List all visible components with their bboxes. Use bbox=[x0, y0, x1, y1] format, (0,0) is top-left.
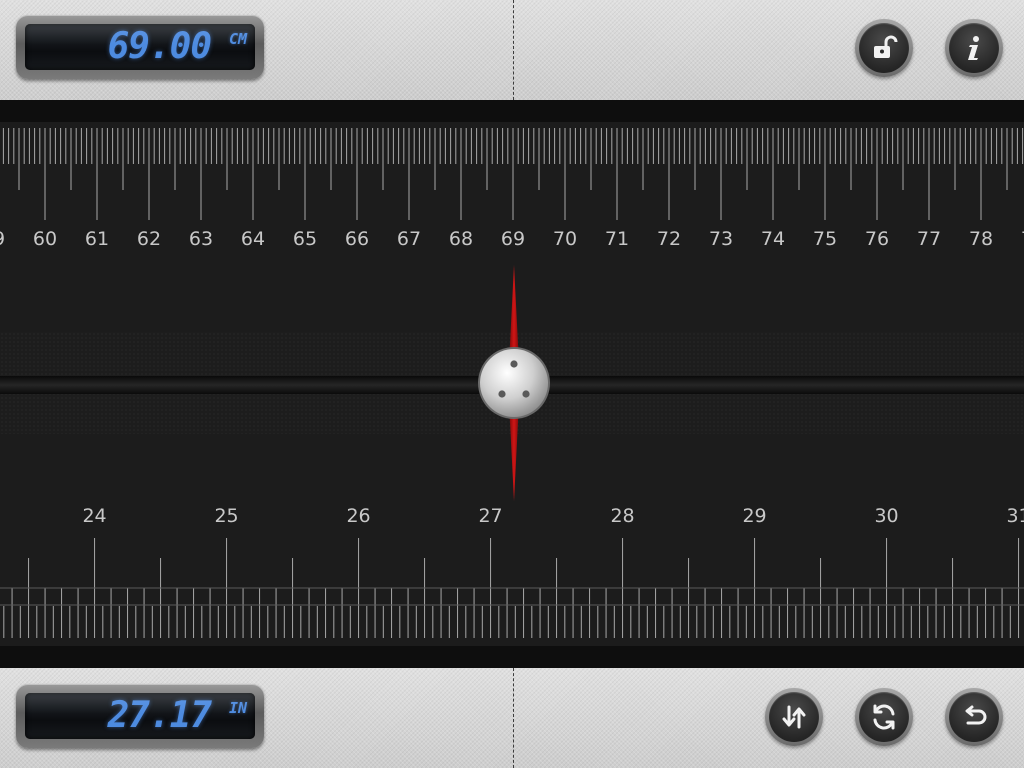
inch-tick-label: 27 bbox=[478, 505, 502, 527]
lock-button[interactable] bbox=[855, 19, 913, 77]
cm-tick-label: 63 bbox=[189, 228, 213, 250]
knob bbox=[480, 349, 548, 417]
cm-tick-label: 70 bbox=[553, 228, 577, 250]
cm-tick-label: 64 bbox=[241, 228, 265, 250]
back-button[interactable] bbox=[945, 688, 1003, 746]
cm-tick-label: 65 bbox=[293, 228, 317, 250]
cm-tick-label: 75 bbox=[813, 228, 837, 250]
cm-tick-label: 71 bbox=[605, 228, 629, 250]
measure-cursor[interactable] bbox=[478, 265, 550, 501]
swap-arrows-icon bbox=[782, 705, 806, 729]
cm-tick-group bbox=[2, 128, 1024, 220]
inch-value: 27.17 bbox=[107, 695, 212, 736]
cm-tick-label: 77 bbox=[917, 228, 941, 250]
cm-tick-label: 61 bbox=[85, 228, 109, 250]
inch-display: 27.17 IN bbox=[16, 684, 264, 748]
reset-button[interactable] bbox=[855, 688, 913, 746]
ruler-bottom-edge bbox=[0, 646, 1024, 668]
cm-tick-label: 76 bbox=[865, 228, 889, 250]
inch-unit: IN bbox=[228, 699, 247, 717]
knob-screw bbox=[510, 360, 518, 368]
cm-tick-label: 60 bbox=[33, 228, 57, 250]
cm-label-group: 59 60 61 62 63 64 65 66 67 68 69 70 71 72 73 74 75 76 77 78… bbox=[0, 228, 1024, 250]
inch-tick-group bbox=[0, 538, 1024, 638]
inch-tick-label: 30 bbox=[874, 505, 898, 527]
inch-tick-label: 31 bbox=[1006, 505, 1024, 527]
cm-tick-label: 69 bbox=[501, 228, 525, 250]
inch-label-group: 232425262728293031 bbox=[82, 505, 1024, 527]
bottom-panel: 27.17 IN bbox=[0, 668, 1024, 768]
center-divider-top bbox=[513, 0, 514, 100]
cm-tick-label: 74 bbox=[761, 228, 785, 250]
knob-screw bbox=[522, 390, 530, 398]
cm-tick-label: 62 bbox=[137, 228, 161, 250]
inch-tick-label: 28 bbox=[610, 505, 634, 527]
inch-display-screen: 27.17 IN bbox=[25, 693, 255, 739]
cm-tick-label: 67 bbox=[397, 228, 421, 250]
cm-tick-label: 72 bbox=[657, 228, 681, 250]
info-icon bbox=[968, 36, 979, 60]
cm-tick-label: 73 bbox=[709, 228, 733, 250]
top-panel: 69.00 CM bbox=[0, 0, 1024, 100]
cm-display: 69.00 CM bbox=[16, 15, 264, 79]
cm-tick-label: 59 bbox=[0, 228, 5, 250]
swap-button[interactable] bbox=[765, 688, 823, 746]
ruler-area[interactable]: 59 60 61 62 63 64 65 66 67 68 69 70 71 72 73 74 75 76 77 78… bbox=[0, 100, 1024, 668]
inch-tick-label: 29 bbox=[742, 505, 766, 527]
cm-tick-label: 68 bbox=[449, 228, 473, 250]
knob-screw bbox=[498, 390, 506, 398]
ruler-top-edge bbox=[0, 100, 1024, 122]
inch-tick-label: 26 bbox=[346, 505, 370, 527]
refresh-icon bbox=[873, 704, 895, 730]
cm-unit: CM bbox=[228, 30, 247, 48]
inch-tick-label: 25 bbox=[214, 505, 238, 527]
center-divider-bottom bbox=[513, 668, 514, 768]
cm-tick-label: 78 bbox=[969, 228, 993, 250]
cm-display-screen: 69.00 CM bbox=[25, 24, 255, 70]
inch-tick-label: 24 bbox=[82, 505, 106, 527]
return-icon bbox=[965, 705, 987, 725]
cm-tick-label: 66 bbox=[345, 228, 369, 250]
info-button[interactable] bbox=[945, 19, 1003, 77]
cm-value: 69.00 bbox=[107, 26, 212, 67]
unlock-icon bbox=[874, 35, 898, 58]
